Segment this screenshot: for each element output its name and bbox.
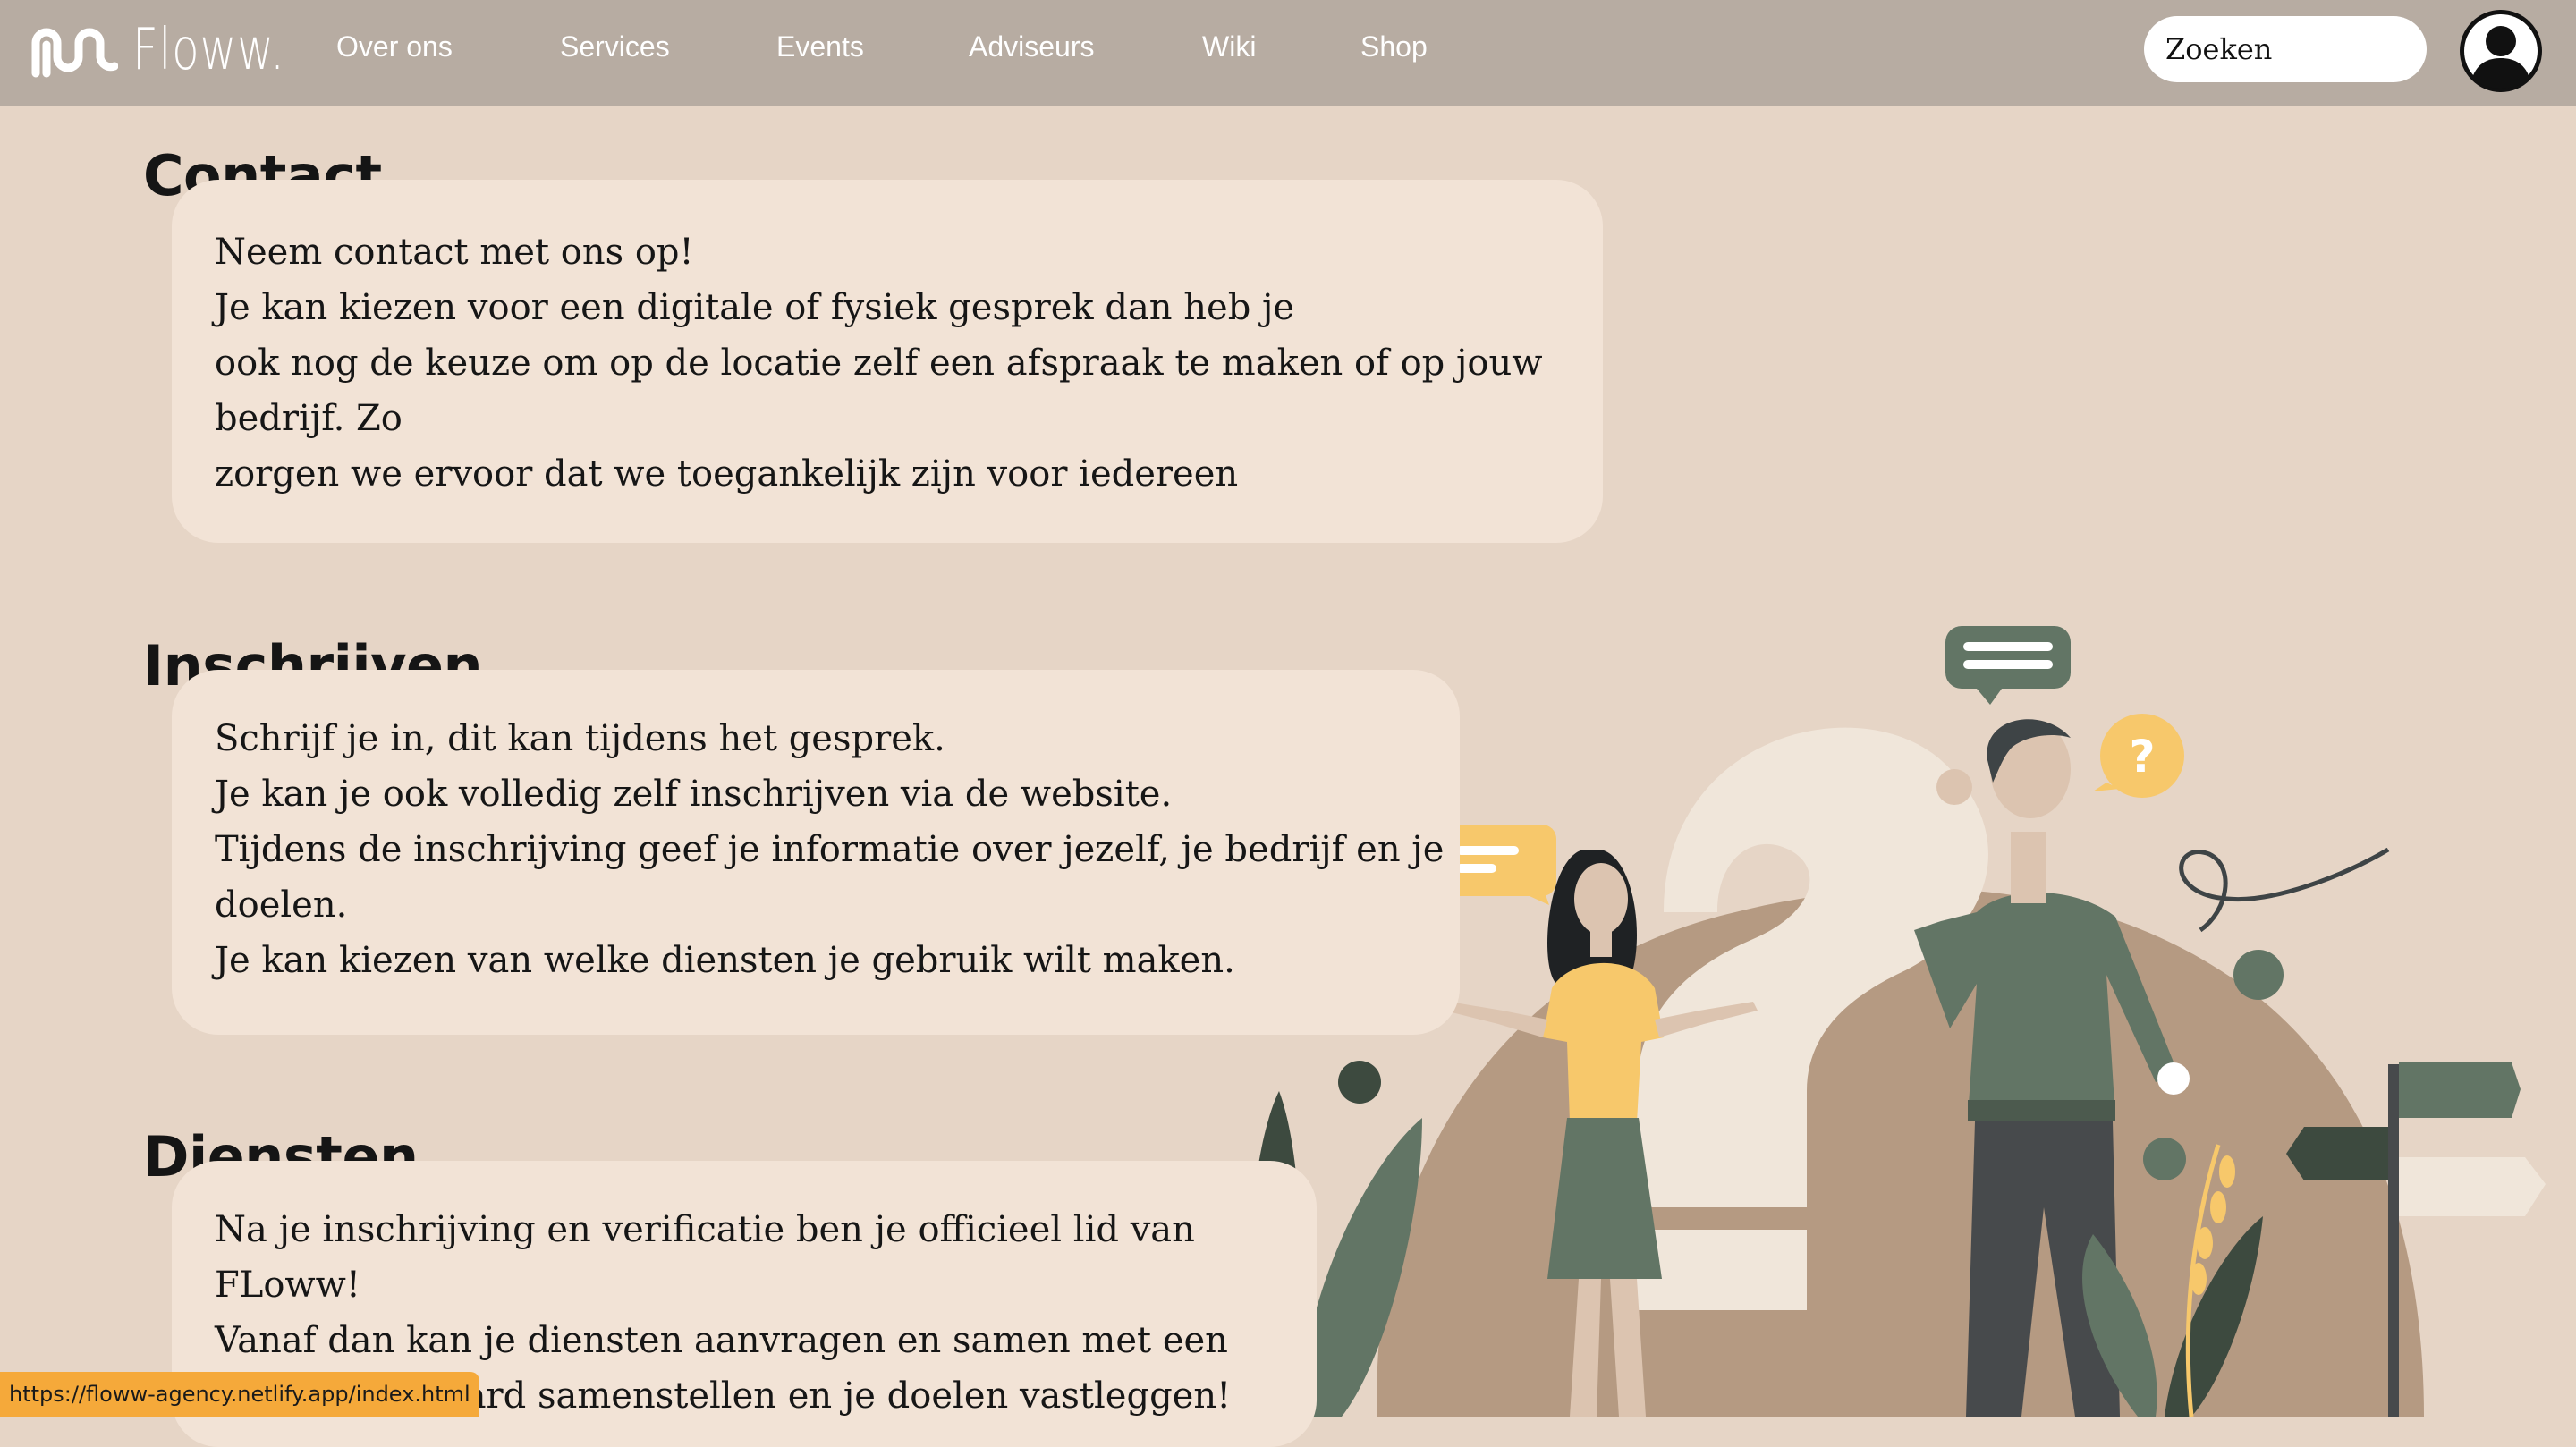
- contact-line: ook nog de keuze om op de locatie zelf e…: [215, 343, 1543, 384]
- diensten-line: FLoww!: [215, 1265, 360, 1306]
- contact-line: Je kan kiezen voor een digitale of fysie…: [215, 287, 1295, 328]
- diensten-line: Na je inschrijving en verificatie ben je…: [215, 1209, 1195, 1250]
- inschrijven-line: Je kan kiezen van welke diensten je gebr…: [215, 940, 1235, 981]
- floww-logo-icon: [31, 28, 118, 78]
- inschrijven-line: Tijdens de inschrijving geef je informat…: [215, 829, 1445, 870]
- contact-card: Neem contact met ons op! Je kan kiezen v…: [172, 180, 1603, 543]
- floww-logo[interactable]: Floww.: [29, 17, 328, 83]
- inschrijven-text: Schrijf je in, dit kan tijdens het gespr…: [215, 711, 1444, 988]
- inschrijven-line: Schrijf je in, dit kan tijdens het gespr…: [215, 718, 945, 759]
- inschrijven-line: Je kan je ook volledig zelf inschrijven …: [215, 774, 1173, 815]
- contact-text: Neem contact met ons op! Je kan kiezen v…: [215, 224, 1542, 502]
- contact-line: Neem contact met ons op!: [215, 232, 694, 273]
- contact-line: zorgen we ervoor dat we toegankelijk zij…: [215, 453, 1239, 495]
- search-input[interactable]: [2144, 16, 2427, 82]
- logo-text: Floww.: [132, 17, 285, 83]
- nav-link-adviseurs[interactable]: Adviseurs: [969, 30, 1095, 63]
- nav-link-over-ons[interactable]: Over ons: [336, 30, 453, 63]
- nav-link-wiki[interactable]: Wiki: [1202, 30, 1256, 63]
- nav-link-events[interactable]: Events: [776, 30, 864, 63]
- nav-link-shop[interactable]: Shop: [1360, 30, 1428, 63]
- top-navbar: Floww. Over ons Services Events Adviseur…: [0, 0, 2576, 106]
- inschrijven-card: Schrijf je in, dit kan tijdens het gespr…: [172, 670, 1460, 1035]
- nav-link-services[interactable]: Services: [560, 30, 670, 63]
- user-avatar-icon[interactable]: [2458, 8, 2544, 94]
- diensten-line: Vanaf dan kan je diensten aanvragen en s…: [215, 1320, 1228, 1361]
- inschrijven-line: doelen.: [215, 884, 348, 926]
- status-bar-url: https://floww-agency.netlify.app/index.h…: [0, 1372, 479, 1417]
- contact-line: bedrijf. Zo: [215, 398, 402, 439]
- svg-text:?: ?: [2129, 731, 2155, 783]
